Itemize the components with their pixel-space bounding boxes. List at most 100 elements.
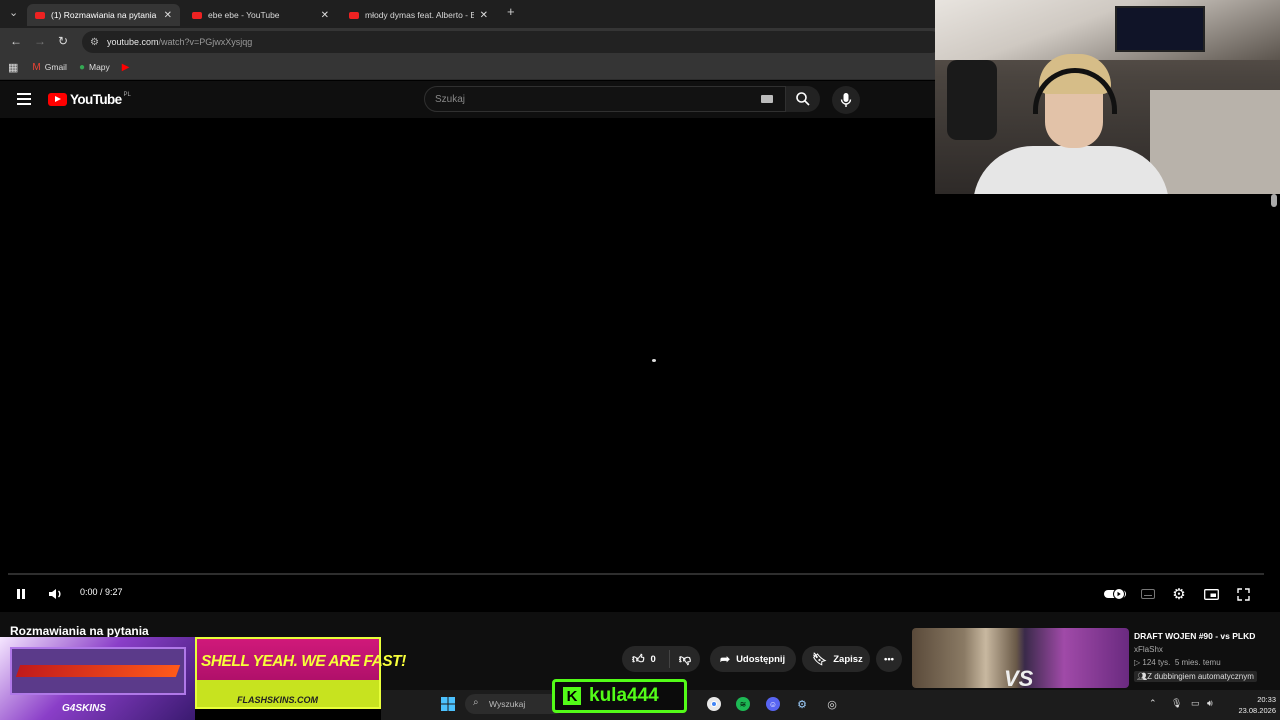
gmail-icon: M (32, 61, 41, 73)
back-icon[interactable]: ← (10, 34, 22, 48)
loading-spinner-icon (652, 359, 656, 362)
tray-overflow-icon[interactable]: ⌃ (1149, 698, 1157, 709)
webcam-overlay (935, 0, 1280, 194)
discord-icon[interactable]: ☺ (766, 697, 780, 711)
recommended-title[interactable]: DRAFT WOJEN #90 - vs PLKD (1134, 631, 1255, 641)
taskbar-clock[interactable]: 20:33 23.08.2026 (1228, 694, 1276, 716)
chrome-icon[interactable] (707, 697, 721, 711)
page-scrollbar[interactable] (1271, 194, 1277, 207)
url-host: youtube.com (106, 37, 159, 47)
ad-knife-card (10, 647, 186, 695)
save-label: Zapisz (833, 653, 863, 665)
bookmark-maps[interactable]: ● Mapy (79, 62, 110, 73)
volume-button[interactable] (47, 584, 65, 604)
url-path: /watch?v=PGjwxXysjqg (158, 37, 253, 47)
ad1-brand: G4SKINS (62, 703, 106, 714)
start-button[interactable] (440, 696, 456, 712)
recommended-thumbnail[interactable]: VS (912, 628, 1129, 688)
network-icon[interactable]: ▭ (1191, 698, 1200, 709)
autoplay-toggle[interactable] (1104, 584, 1126, 604)
site-info-icon[interactable]: ⚙ (90, 37, 99, 48)
recommended-video[interactable]: VS DRAFT WOJEN #90 - vs PLKD xFlaShx ▷ 1… (912, 628, 1280, 688)
tab-title: ebe ebe - YouTube (208, 10, 280, 20)
screen: ⌄ (1) Rozmawiania na pytania - Yo ✕ ebe … (0, 0, 1280, 720)
clock-date: 23.08.2026 (1238, 706, 1276, 715)
tab-rozmawiania[interactable]: (1) Rozmawiania na pytania - Yo ✕ (27, 4, 180, 26)
subtitles-icon (1141, 589, 1155, 599)
windows-taskbar: ⌕ Wyszukaj ≋ ☺ ⚙ ◎ ⌃ 🎙︎ ▭ 🔊︎ 20:33 23.08… (381, 690, 1280, 720)
settings-button[interactable]: ⚙ (1171, 584, 1187, 604)
ad2-headline: SHELL YEAH. WE ARE FAST! (201, 653, 406, 670)
more-actions-button[interactable]: ••• (876, 646, 902, 672)
microphone-tray-icon[interactable]: 🎙︎ (1171, 698, 1182, 709)
tab-title: młody dymas feat. Alberto - BA (365, 10, 474, 20)
taskbar-search[interactable]: ⌕ Wyszukaj (465, 694, 565, 714)
bookmark-label: Mapy (89, 62, 110, 72)
microphone-icon (840, 93, 852, 107)
webcam-background (935, 0, 1280, 60)
youtube-logo-icon (48, 93, 67, 106)
search-input[interactable]: Szukaj (424, 86, 786, 112)
logo-text: YouTube (70, 92, 122, 107)
more-icon: ••• (884, 653, 894, 665)
miniplayer-icon (1203, 588, 1219, 600)
upload-age: 5 mies. temu (1174, 658, 1221, 667)
keyboard-icon[interactable] (761, 95, 773, 103)
dubbing-badge: 👥︎Z dubbingiem automatycznym (1134, 671, 1257, 682)
close-tab-icon[interactable]: ✕ (480, 10, 488, 21)
bookmark-gmail[interactable]: M Gmail (32, 62, 67, 73)
webcam-rug (1150, 90, 1280, 194)
address-bar[interactable]: ⚙ youtube.com/watch?v=PGjwxXysjqg (82, 31, 942, 53)
time-display: 0:00 / 9:27 (80, 587, 123, 597)
subtitles-button[interactable] (1140, 584, 1156, 604)
youtube-logo[interactable]: YouTube PL (48, 92, 131, 107)
youtube-favicon-icon (192, 11, 202, 19)
theater-mode-button[interactable] (1203, 584, 1219, 604)
like-button[interactable]: 👍︎ 0 (622, 650, 670, 668)
save-button[interactable]: 🔖︎ Zapisz (802, 646, 870, 672)
taskbar-search-icon: ⌕ (473, 697, 479, 708)
youtube-bookmark-icon: ▶ (121, 61, 130, 73)
tab-title: (1) Rozmawiania na pytania - Yo (51, 10, 158, 20)
autoplay-toggle-icon (1104, 588, 1126, 600)
fullscreen-button[interactable] (1235, 584, 1251, 604)
recommended-channel[interactable]: xFlaShx (1134, 645, 1163, 654)
close-tab-icon[interactable]: ✕ (321, 10, 329, 21)
spotify-icon[interactable]: ≋ (736, 697, 750, 711)
share-label: Udostępnij (736, 653, 786, 665)
bookmark-label: Gmail (44, 62, 67, 72)
steam-icon[interactable]: ⚙ (794, 696, 810, 712)
forward-icon[interactable]: → (34, 34, 46, 48)
menu-icon[interactable] (17, 93, 31, 108)
voice-search-button[interactable] (832, 86, 860, 114)
tab-mlody-dymas[interactable]: młody dymas feat. Alberto - BA ✕ (341, 4, 496, 26)
thumbs-down-icon: 👎︎ (678, 651, 692, 666)
close-tab-icon[interactable]: ✕ (164, 10, 172, 21)
speaker-icon[interactable]: 🔊︎ (1207, 698, 1213, 709)
tab-ebe-ebe[interactable]: ebe ebe - YouTube ✕ (184, 4, 337, 26)
dislike-button[interactable]: 👎︎ (670, 652, 700, 667)
app-icon[interactable]: ◎ (824, 696, 840, 712)
pause-button[interactable] (14, 584, 28, 604)
new-tab-icon[interactable]: + (507, 4, 515, 19)
windows-icon (441, 697, 455, 711)
country-code: PL (123, 92, 131, 98)
dubbing-label: Z dubbingiem automatycznym (1147, 672, 1254, 681)
thumbnail-text: VS (1004, 666, 1034, 688)
g4skins-ad: G4SKINS (0, 637, 195, 720)
bookmark-youtube[interactable]: ▶ (122, 62, 134, 73)
apps-grid-icon[interactable]: ▦ (8, 61, 18, 74)
dubbing-icon: 👥︎ (1137, 672, 1148, 681)
tab-search-icon[interactable]: ⌄ (9, 6, 18, 19)
reload-icon[interactable]: ↻ (58, 34, 68, 48)
share-button[interactable]: ➦ Udostępnij (710, 646, 796, 672)
search-placeholder: Szukaj (435, 93, 466, 105)
search-button[interactable] (786, 86, 820, 112)
like-count: 0 (650, 653, 656, 665)
player-controls: 0:00 / 9:27 ⚙ (0, 584, 1280, 604)
pause-icon (17, 589, 25, 599)
taskbar-search-placeholder: Wyszukaj (489, 699, 526, 709)
thumbs-up-icon: 👍︎ (632, 651, 645, 666)
video-title: Rozmawiania na pytania (10, 624, 149, 638)
progress-bar[interactable] (8, 573, 1264, 575)
